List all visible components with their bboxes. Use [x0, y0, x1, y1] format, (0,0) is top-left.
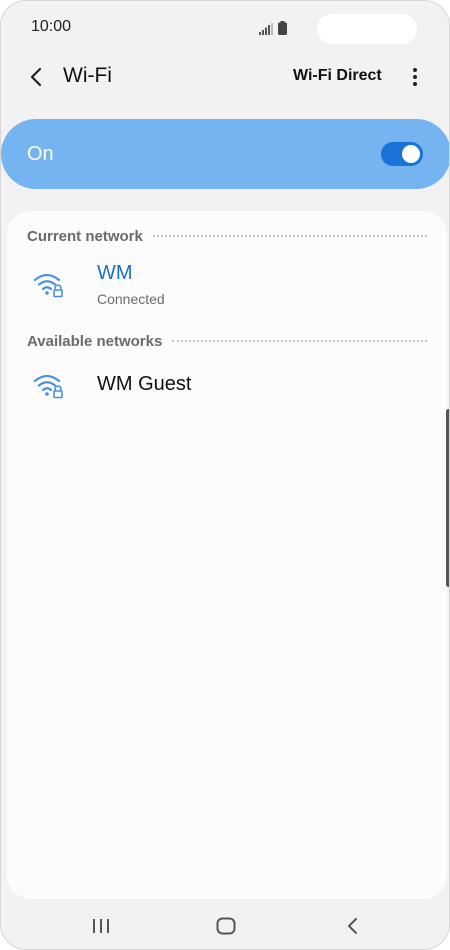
back-icon — [348, 918, 357, 934]
more-vertical-icon — [413, 68, 417, 72]
more-options-button[interactable] — [403, 64, 427, 90]
status-time: 10:00 — [31, 18, 72, 35]
network-status: Connected — [97, 291, 165, 307]
recent-apps-button[interactable] — [81, 911, 121, 941]
scrollbar[interactable] — [446, 409, 449, 587]
battery-icon — [278, 21, 287, 35]
wifi-toggle[interactable] — [381, 142, 423, 166]
network-list-card: Current network WM Connected Available n… — [7, 211, 447, 899]
section-divider — [172, 340, 427, 342]
back-button[interactable] — [21, 63, 51, 91]
network-name: WM Guest — [97, 373, 192, 395]
home-button[interactable] — [206, 911, 246, 941]
network-name: WM — [97, 262, 133, 284]
wifi-secured-icon — [33, 374, 63, 399]
current-network-header: Current network — [27, 226, 427, 246]
available-networks-header: Available networks — [27, 331, 427, 351]
phone-screen: 10:00 Wi-Fi Wi-Fi Direct On Current netw… — [0, 0, 450, 950]
master-switch-label: On — [27, 143, 54, 165]
navigation-bar — [1, 901, 449, 949]
recent-apps-icon — [93, 919, 109, 933]
section-divider — [152, 235, 427, 237]
chevron-left-icon — [30, 67, 42, 87]
wifi-secured-icon — [33, 273, 63, 298]
nav-back-button[interactable] — [332, 911, 372, 941]
toggle-knob — [400, 143, 422, 165]
page-title: Wi-Fi — [63, 64, 112, 87]
home-icon — [216, 917, 236, 935]
camera-cutout — [317, 14, 417, 44]
network-item-wm[interactable]: WM Connected — [7, 253, 447, 315]
status-icons — [259, 19, 287, 35]
section-title: Current network — [27, 227, 143, 245]
status-bar: 10:00 — [1, 1, 449, 55]
signal-icon — [259, 23, 273, 35]
wifi-master-switch[interactable]: On — [1, 119, 449, 189]
app-bar: Wi-Fi Wi-Fi Direct — [1, 55, 449, 99]
wifi-direct-button[interactable]: Wi-Fi Direct — [293, 67, 382, 85]
section-title: Available networks — [27, 332, 163, 350]
network-item-wm-guest[interactable]: WM Guest — [7, 363, 447, 413]
